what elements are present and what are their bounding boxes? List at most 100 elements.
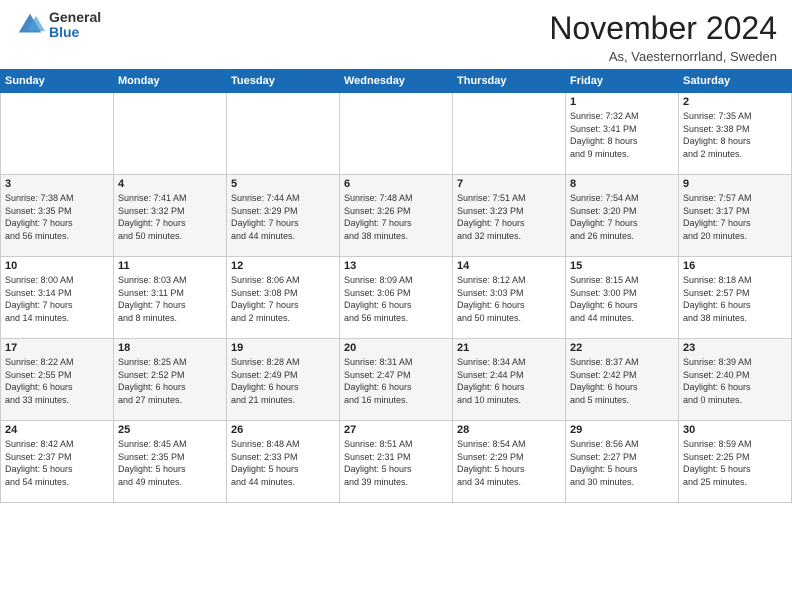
calendar-cell: 22 Sunrise: 8:37 AM Sunset: 2:42 PM Dayli…	[566, 339, 679, 421]
calendar-cell: 16 Sunrise: 8:18 AM Sunset: 2:57 PM Dayli…	[679, 257, 792, 339]
calendar-cell: 26Sunrise: 8:48 AM Sunset: 2:33 PM Dayli…	[227, 421, 340, 503]
day-number: 28	[457, 424, 561, 436]
day-number: 27	[344, 424, 448, 436]
calendar-cell: 23Sunrise: 8:39 AM Sunset: 2:40 PM Dayli…	[679, 339, 792, 421]
calendar-cell: 29 Sunrise: 8:56 AM Sunset: 2:27 PM Dayli…	[566, 421, 679, 503]
day-number: 1	[570, 96, 674, 108]
col-thursday: Thursday	[453, 70, 566, 93]
day-number: 4	[118, 178, 222, 190]
calendar-cell: 13 Sunrise: 8:09 AM Sunset: 3:06 PM Dayli…	[340, 257, 453, 339]
day-info: Sunrise: 8:45 AM Sunset: 2:35 PM Dayligh…	[118, 438, 222, 488]
calendar-week-4: 24Sunrise: 8:42 AM Sunset: 2:37 PM Dayli…	[1, 421, 792, 503]
header-row: Sunday Monday Tuesday Wednesday Thursday…	[1, 70, 792, 93]
day-number: 13	[344, 260, 448, 272]
calendar-cell: 7 Sunrise: 7:51 AM Sunset: 3:23 PM Daylig…	[453, 175, 566, 257]
day-info: Sunrise: 8:51 AM Sunset: 2:31 PM Dayligh…	[344, 438, 448, 488]
day-number: 30	[683, 424, 787, 436]
page-container: General Blue November 2024 As, Vaesterno…	[0, 0, 792, 503]
day-info: Sunrise: 8:39 AM Sunset: 2:40 PM Dayligh…	[683, 356, 787, 406]
col-tuesday: Tuesday	[227, 70, 340, 93]
calendar-table: Sunday Monday Tuesday Wednesday Thursday…	[0, 69, 792, 503]
col-sunday: Sunday	[1, 70, 114, 93]
day-number: 22	[570, 342, 674, 354]
col-monday: Monday	[114, 70, 227, 93]
calendar-cell: 14 Sunrise: 8:12 AM Sunset: 3:03 PM Dayli…	[453, 257, 566, 339]
day-number: 29	[570, 424, 674, 436]
day-info: Sunrise: 8:37 AM Sunset: 2:42 PM Dayligh…	[570, 356, 674, 406]
day-number: 16	[683, 260, 787, 272]
day-info: Sunrise: 7:48 AM Sunset: 3:26 PM Dayligh…	[344, 192, 448, 242]
calendar-cell: 5Sunrise: 7:44 AM Sunset: 3:29 PM Daylig…	[227, 175, 340, 257]
day-info: Sunrise: 8:03 AM Sunset: 3:11 PM Dayligh…	[118, 274, 222, 324]
day-info: Sunrise: 8:31 AM Sunset: 2:47 PM Dayligh…	[344, 356, 448, 406]
logo-icon	[15, 10, 45, 40]
day-info: Sunrise: 7:57 AM Sunset: 3:17 PM Dayligh…	[683, 192, 787, 242]
calendar-cell: 15 Sunrise: 8:15 AM Sunset: 3:00 PM Dayli…	[566, 257, 679, 339]
day-info: Sunrise: 7:44 AM Sunset: 3:29 PM Dayligh…	[231, 192, 335, 242]
calendar-cell: 9 Sunrise: 7:57 AM Sunset: 3:17 PM Daylig…	[679, 175, 792, 257]
day-number: 18	[118, 342, 222, 354]
day-number: 25	[118, 424, 222, 436]
day-number: 3	[5, 178, 109, 190]
day-number: 26	[231, 424, 335, 436]
day-info: Sunrise: 8:56 AM Sunset: 2:27 PM Dayligh…	[570, 438, 674, 488]
day-number: 9	[683, 178, 787, 190]
day-number: 21	[457, 342, 561, 354]
day-number: 7	[457, 178, 561, 190]
calendar-cell	[1, 93, 114, 175]
day-info: Sunrise: 8:12 AM Sunset: 3:03 PM Dayligh…	[457, 274, 561, 324]
day-info: Sunrise: 8:00 AM Sunset: 3:14 PM Dayligh…	[5, 274, 109, 324]
calendar-body: 1Sunrise: 7:32 AM Sunset: 3:41 PM Daylig…	[1, 93, 792, 503]
calendar-cell: 11Sunrise: 8:03 AM Sunset: 3:11 PM Dayli…	[114, 257, 227, 339]
calendar-week-0: 1Sunrise: 7:32 AM Sunset: 3:41 PM Daylig…	[1, 93, 792, 175]
day-number: 6	[344, 178, 448, 190]
calendar-cell: 3 Sunrise: 7:38 AM Sunset: 3:35 PM Daylig…	[1, 175, 114, 257]
day-info: Sunrise: 8:18 AM Sunset: 2:57 PM Dayligh…	[683, 274, 787, 324]
day-info: Sunrise: 7:41 AM Sunset: 3:32 PM Dayligh…	[118, 192, 222, 242]
calendar-cell	[453, 93, 566, 175]
calendar-cell: 24Sunrise: 8:42 AM Sunset: 2:37 PM Dayli…	[1, 421, 114, 503]
calendar-week-1: 3 Sunrise: 7:38 AM Sunset: 3:35 PM Daylig…	[1, 175, 792, 257]
logo-text: General Blue	[49, 10, 101, 41]
day-number: 19	[231, 342, 335, 354]
calendar-cell: 18 Sunrise: 8:25 AM Sunset: 2:52 PM Dayli…	[114, 339, 227, 421]
day-number: 8	[570, 178, 674, 190]
day-info: Sunrise: 8:42 AM Sunset: 2:37 PM Dayligh…	[5, 438, 109, 488]
calendar-cell: 28 Sunrise: 8:54 AM Sunset: 2:29 PM Dayli…	[453, 421, 566, 503]
calendar-cell: 6 Sunrise: 7:48 AM Sunset: 3:26 PM Daylig…	[340, 175, 453, 257]
day-info: Sunrise: 8:54 AM Sunset: 2:29 PM Dayligh…	[457, 438, 561, 488]
logo-blue: Blue	[49, 25, 101, 40]
calendar-cell: 10 Sunrise: 8:00 AM Sunset: 3:14 PM Dayli…	[1, 257, 114, 339]
day-info: Sunrise: 8:09 AM Sunset: 3:06 PM Dayligh…	[344, 274, 448, 324]
calendar-cell: 8 Sunrise: 7:54 AM Sunset: 3:20 PM Daylig…	[566, 175, 679, 257]
col-wednesday: Wednesday	[340, 70, 453, 93]
location: As, Vaesternorrland, Sweden	[549, 49, 777, 64]
day-info: Sunrise: 7:38 AM Sunset: 3:35 PM Dayligh…	[5, 192, 109, 242]
logo-general: General	[49, 10, 101, 25]
day-info: Sunrise: 8:28 AM Sunset: 2:49 PM Dayligh…	[231, 356, 335, 406]
calendar-cell: 12Sunrise: 8:06 AM Sunset: 3:08 PM Dayli…	[227, 257, 340, 339]
calendar-cell: 20Sunrise: 8:31 AM Sunset: 2:47 PM Dayli…	[340, 339, 453, 421]
page-header: General Blue November 2024 As, Vaesterno…	[0, 0, 792, 69]
logo: General Blue	[15, 10, 101, 41]
day-number: 17	[5, 342, 109, 354]
calendar-cell	[114, 93, 227, 175]
day-number: 10	[5, 260, 109, 272]
day-info: Sunrise: 7:54 AM Sunset: 3:20 PM Dayligh…	[570, 192, 674, 242]
day-info: Sunrise: 8:34 AM Sunset: 2:44 PM Dayligh…	[457, 356, 561, 406]
day-number: 2	[683, 96, 787, 108]
day-info: Sunrise: 7:51 AM Sunset: 3:23 PM Dayligh…	[457, 192, 561, 242]
day-number: 15	[570, 260, 674, 272]
day-info: Sunrise: 7:35 AM Sunset: 3:38 PM Dayligh…	[683, 110, 787, 160]
day-number: 12	[231, 260, 335, 272]
day-info: Sunrise: 8:22 AM Sunset: 2:55 PM Dayligh…	[5, 356, 109, 406]
calendar-cell: 4 Sunrise: 7:41 AM Sunset: 3:32 PM Daylig…	[114, 175, 227, 257]
day-number: 14	[457, 260, 561, 272]
month-title: November 2024	[549, 10, 777, 47]
calendar-week-2: 10 Sunrise: 8:00 AM Sunset: 3:14 PM Dayli…	[1, 257, 792, 339]
calendar-cell	[227, 93, 340, 175]
calendar-cell: 30Sunrise: 8:59 AM Sunset: 2:25 PM Dayli…	[679, 421, 792, 503]
day-info: Sunrise: 8:15 AM Sunset: 3:00 PM Dayligh…	[570, 274, 674, 324]
calendar-cell: 17 Sunrise: 8:22 AM Sunset: 2:55 PM Dayli…	[1, 339, 114, 421]
day-info: Sunrise: 8:25 AM Sunset: 2:52 PM Dayligh…	[118, 356, 222, 406]
